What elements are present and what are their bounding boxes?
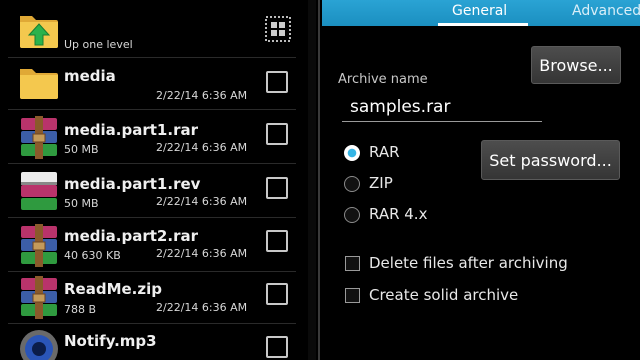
list-item[interactable]: media.part1.rar 50 MB 2/22/14 6:36 AM bbox=[0, 110, 306, 164]
list-item[interactable]: Notify.mp3 bbox=[0, 324, 306, 360]
folder-up-icon bbox=[20, 16, 58, 48]
file-size: 50 MB bbox=[64, 143, 99, 156]
rar-archive-icon bbox=[21, 224, 57, 267]
file-name: media.part1.rev bbox=[64, 175, 201, 193]
panel-divider bbox=[318, 0, 320, 360]
select-checkbox[interactable] bbox=[266, 123, 288, 145]
select-checkbox[interactable] bbox=[266, 336, 288, 358]
radio-rar[interactable] bbox=[344, 145, 360, 161]
file-name: media.part2.rar bbox=[64, 227, 198, 245]
tab-general[interactable]: General bbox=[452, 3, 507, 19]
browse-button[interactable]: Browse... bbox=[531, 46, 621, 84]
radio-rar4[interactable] bbox=[344, 207, 360, 223]
up-one-level-row[interactable]: Up one level bbox=[0, 0, 306, 58]
list-item[interactable]: ReadMe.zip 788 B 2/22/14 6:36 AM bbox=[0, 272, 306, 324]
zip-archive-icon bbox=[21, 276, 57, 319]
list-item[interactable]: media 2/22/14 6:36 AM bbox=[0, 58, 306, 110]
file-name: ReadMe.zip bbox=[64, 280, 162, 298]
file-name: Notify.mp3 bbox=[64, 332, 157, 350]
file-name: media.part1.rar bbox=[64, 121, 198, 139]
delete-after-checkbox[interactable] bbox=[345, 256, 360, 271]
solid-archive-checkbox[interactable] bbox=[345, 288, 360, 303]
archive-name-label: Archive name bbox=[338, 72, 428, 87]
format-option-zip[interactable]: ZIP bbox=[369, 174, 393, 192]
rar-archive-icon bbox=[21, 116, 57, 159]
archive-dialog: General Advanced Browse... Archive name … bbox=[322, 0, 640, 360]
select-checkbox[interactable] bbox=[266, 177, 288, 199]
file-date: 2/22/14 6:36 AM bbox=[156, 195, 248, 208]
select-checkbox[interactable] bbox=[266, 230, 288, 252]
format-option-rar4[interactable]: RAR 4.x bbox=[369, 205, 427, 223]
file-list-panel: Up one level media 2/22/14 6:36 AM media… bbox=[0, 0, 306, 360]
set-password-button[interactable]: Set password... bbox=[481, 140, 620, 180]
file-size: 50 MB bbox=[64, 197, 99, 210]
tab-bar: General Advanced bbox=[322, 0, 640, 26]
option-delete-files[interactable]: Delete files after archiving bbox=[369, 254, 568, 272]
rev-archive-icon bbox=[21, 172, 57, 210]
scrollbar[interactable] bbox=[308, 0, 316, 360]
file-size: 40 630 KB bbox=[64, 249, 121, 262]
list-item[interactable]: media.part1.rev 50 MB 2/22/14 6:36 AM bbox=[0, 164, 306, 218]
file-date: 2/22/14 6:36 AM bbox=[156, 247, 248, 260]
select-checkbox[interactable] bbox=[266, 283, 288, 305]
archive-name-input[interactable]: samples.rar bbox=[342, 94, 542, 122]
format-option-rar[interactable]: RAR bbox=[369, 143, 400, 161]
file-name: media bbox=[64, 67, 116, 85]
tab-advanced[interactable]: Advanced bbox=[572, 3, 640, 19]
speaker-icon bbox=[20, 330, 58, 360]
file-date: 2/22/14 6:36 AM bbox=[156, 301, 248, 314]
folder-icon bbox=[20, 69, 58, 99]
file-size: 788 B bbox=[64, 303, 97, 316]
grid-view-icon[interactable] bbox=[265, 16, 291, 42]
option-solid-archive[interactable]: Create solid archive bbox=[369, 286, 518, 304]
file-date: 2/22/14 6:36 AM bbox=[156, 89, 248, 102]
active-tab-indicator bbox=[438, 23, 528, 26]
radio-zip[interactable] bbox=[344, 176, 360, 192]
list-item[interactable]: media.part2.rar 40 630 KB 2/22/14 6:36 A… bbox=[0, 218, 306, 272]
file-date: 2/22/14 6:36 AM bbox=[156, 141, 248, 154]
up-one-level-label: Up one level bbox=[64, 38, 133, 51]
select-checkbox[interactable] bbox=[266, 71, 288, 93]
